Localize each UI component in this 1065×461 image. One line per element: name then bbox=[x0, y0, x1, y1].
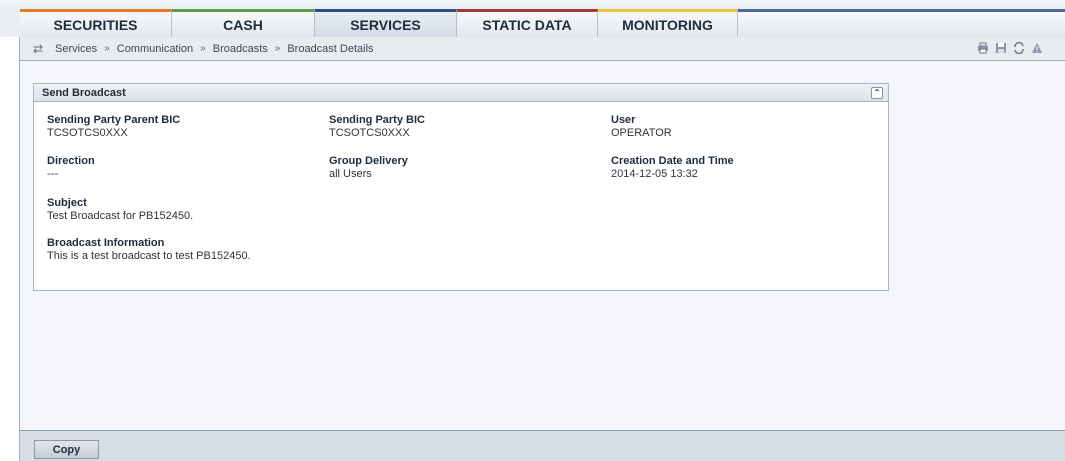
field-label: Group Delivery bbox=[329, 155, 408, 167]
back-arrow-icon[interactable]: ⇄ bbox=[33, 42, 47, 56]
panel-header: Send Broadcast ⌃ bbox=[34, 84, 888, 102]
field-sending-party-parent-bic: Sending Party Parent BIC TCSOTCS0XXX bbox=[47, 114, 180, 140]
tab-securities[interactable]: SECURITIES bbox=[20, 9, 172, 37]
action-bar: Copy bbox=[20, 430, 1065, 461]
field-value: OPERATOR bbox=[611, 127, 672, 139]
field-value: Test Broadcast for PB152450. bbox=[47, 210, 194, 222]
warning-icon[interactable] bbox=[1030, 41, 1043, 54]
main-tabs: SECURITIES CASH SERVICES STATIC DATA MON… bbox=[20, 9, 738, 37]
tab-cash[interactable]: CASH bbox=[172, 9, 315, 37]
breadcrumb-separator: » bbox=[200, 43, 206, 54]
breadcrumb-item-services[interactable]: Services bbox=[55, 43, 97, 55]
page-tools bbox=[976, 41, 1043, 54]
main-content: Send Broadcast ⌃ Sending Party Parent BI… bbox=[20, 61, 1065, 430]
field-label: Direction bbox=[47, 155, 95, 167]
field-broadcast-information: Broadcast Information This is a test bro… bbox=[47, 237, 251, 263]
field-value: TCSOTCS0XXX bbox=[47, 127, 128, 139]
top-navigation: SECURITIES CASH SERVICES STATIC DATA MON… bbox=[0, 0, 1065, 37]
save-icon[interactable] bbox=[994, 41, 1007, 54]
field-label: Creation Date and Time bbox=[611, 155, 734, 167]
field-label: Subject bbox=[47, 197, 87, 209]
breadcrumb-separator: » bbox=[104, 43, 110, 54]
field-label: Sending Party Parent BIC bbox=[47, 114, 181, 126]
send-broadcast-panel: Send Broadcast ⌃ Sending Party Parent BI… bbox=[33, 83, 889, 291]
left-gutter bbox=[0, 37, 20, 461]
tab-label: SECURITIES bbox=[53, 16, 138, 33]
field-creation-date-time: Creation Date and Time 2014-12-05 13:32 bbox=[611, 155, 734, 181]
field-direction: Direction --- bbox=[47, 155, 95, 181]
breadcrumb: Services » Communication » Broadcasts » … bbox=[55, 43, 374, 55]
tab-label: STATIC DATA bbox=[482, 16, 572, 33]
refresh-icon[interactable] bbox=[1012, 41, 1025, 54]
field-sending-party-bic: Sending Party BIC TCSOTCS0XXX bbox=[329, 114, 425, 140]
field-user: User OPERATOR bbox=[611, 114, 672, 140]
field-label: Broadcast Information bbox=[47, 237, 165, 249]
breadcrumb-item-communication[interactable]: Communication bbox=[117, 43, 193, 55]
field-label: Sending Party BIC bbox=[329, 114, 425, 126]
tab-label: CASH bbox=[223, 16, 263, 33]
field-value: 2014-12-05 13:32 bbox=[611, 168, 698, 180]
field-value: --- bbox=[47, 168, 58, 180]
tab-label: SERVICES bbox=[350, 16, 421, 33]
panel-title: Send Broadcast bbox=[42, 86, 126, 99]
field-label: User bbox=[611, 114, 636, 126]
breadcrumb-bar: ⇄ Services » Communication » Broadcasts … bbox=[20, 37, 1065, 61]
tab-label: MONITORING bbox=[622, 16, 713, 33]
breadcrumb-separator: » bbox=[274, 43, 281, 54]
field-value: TCSOTCS0XXX bbox=[329, 127, 410, 139]
nav-left-spacer bbox=[0, 9, 20, 37]
tab-static-data[interactable]: STATIC DATA bbox=[457, 9, 598, 37]
print-icon[interactable] bbox=[976, 41, 989, 54]
field-group-delivery: Group Delivery all Users bbox=[329, 155, 408, 181]
collapse-up-icon[interactable]: ⌃ bbox=[871, 87, 883, 99]
nav-filler bbox=[738, 9, 1065, 37]
tab-monitoring[interactable]: MONITORING bbox=[598, 9, 738, 37]
field-subject: Subject Test Broadcast for PB152450. bbox=[47, 197, 193, 223]
tab-services[interactable]: SERVICES bbox=[315, 9, 457, 37]
breadcrumb-item-broadcast-details: Broadcast Details bbox=[287, 42, 374, 55]
copy-button[interactable]: Copy bbox=[34, 440, 99, 459]
field-value: all Users bbox=[329, 168, 372, 180]
breadcrumb-item-broadcasts[interactable]: Broadcasts bbox=[213, 43, 268, 55]
field-value: This is a test broadcast to test PB15245… bbox=[47, 250, 251, 262]
